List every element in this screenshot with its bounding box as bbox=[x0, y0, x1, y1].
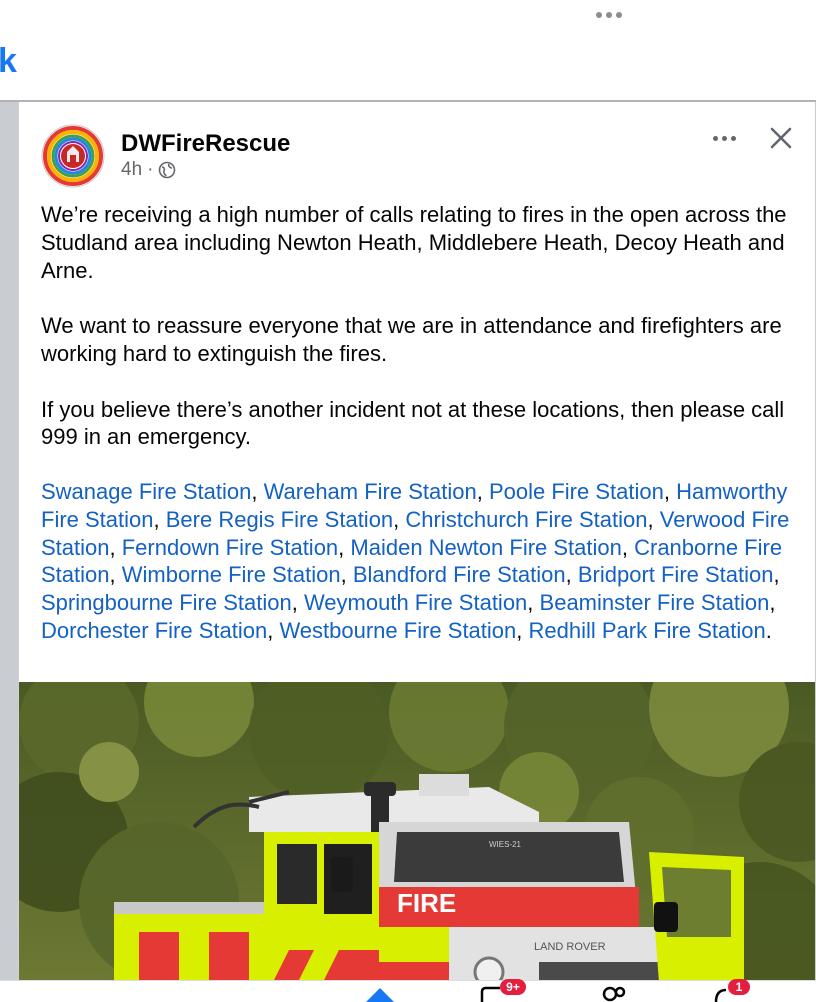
tag-separator: , bbox=[476, 479, 489, 504]
tag-separator: . bbox=[765, 617, 772, 643]
windscreen-lettering: WIES-21 bbox=[489, 840, 522, 849]
tagged-stations: Swanage Fire Station, Wareham Fire Stati… bbox=[41, 478, 803, 645]
post-paragraph: If you believe there’s another incident … bbox=[41, 396, 785, 450]
station-tag-link[interactable]: Beaminster Fire Station bbox=[540, 590, 770, 615]
post-card: DWFireRescue 4h · We’re receiving a high… bbox=[18, 102, 815, 1000]
close-icon[interactable] bbox=[767, 124, 795, 152]
friends-icon[interactable] bbox=[598, 984, 628, 1002]
meta-separator: · bbox=[147, 159, 154, 180]
post-paragraph: We want to reassure everyone that we are… bbox=[41, 313, 782, 366]
station-tag-link[interactable]: Redhill Park Fire Station bbox=[529, 618, 766, 643]
station-tag-link[interactable]: Westbourne Fire Station bbox=[279, 618, 516, 643]
app-more-icon[interactable] bbox=[596, 8, 628, 22]
station-tag-link[interactable]: Springbourne Fire Station bbox=[41, 590, 292, 615]
home-icon[interactable] bbox=[362, 984, 398, 1002]
tag-separator: , bbox=[338, 534, 351, 560]
station-tag-link[interactable]: Bridport Fire Station bbox=[578, 562, 774, 587]
tag-separator: , bbox=[340, 562, 353, 588]
globe-icon bbox=[159, 161, 176, 179]
post-photo[interactable]: FIRE WIES-21 LAND ROVER bbox=[19, 682, 815, 1000]
post-meta: 4h · bbox=[121, 159, 176, 181]
station-tag-link[interactable]: Ferndown Fire Station bbox=[122, 535, 338, 560]
station-tag-link[interactable]: Swanage Fire Station bbox=[41, 479, 251, 504]
station-tag-link[interactable]: Christchurch Fire Station bbox=[405, 507, 647, 532]
tag-separator: , bbox=[251, 479, 264, 504]
station-tag-link[interactable]: Poole Fire Station bbox=[489, 479, 664, 504]
tag-separator: , bbox=[527, 590, 540, 616]
station-tag-link[interactable]: Maiden Newton Fire Station bbox=[350, 535, 621, 560]
station-tag-link[interactable]: Blandford Fire Station bbox=[353, 562, 566, 587]
page-name[interactable]: DWFireRescue bbox=[121, 130, 290, 158]
tag-separator: , bbox=[663, 479, 677, 504]
tag-separator: , bbox=[565, 562, 578, 588]
back-link[interactable]: k bbox=[0, 44, 17, 78]
station-tag-link[interactable]: Wimborne Fire Station bbox=[122, 562, 341, 587]
tag-separator: , bbox=[267, 617, 280, 643]
fire-lettering: FIRE bbox=[397, 888, 456, 918]
page-avatar[interactable] bbox=[41, 124, 105, 188]
video-badge: 9+ bbox=[500, 979, 526, 995]
post-paragraph: We’re receiving a high number of calls r… bbox=[41, 202, 787, 283]
station-tag-link[interactable]: Weymouth Fire Station bbox=[304, 590, 527, 615]
tag-separator: , bbox=[773, 562, 780, 588]
station-tag-link[interactable]: Dorchester Fire Station bbox=[41, 618, 267, 643]
tag-separator: , bbox=[621, 534, 635, 560]
station-tag-link[interactable]: Wareham Fire Station bbox=[264, 479, 477, 504]
tag-separator: , bbox=[516, 617, 529, 643]
post-body: We’re receiving a high number of calls r… bbox=[41, 201, 801, 479]
tag-separator: , bbox=[647, 506, 660, 532]
bottom-tab-bar: 9+ 1 bbox=[0, 979, 816, 1002]
post-time[interactable]: 4h bbox=[121, 159, 142, 181]
tag-separator: , bbox=[291, 590, 304, 616]
fire-engine-photo: FIRE WIES-21 LAND ROVER bbox=[19, 682, 815, 1000]
bonnet-lettering: LAND ROVER bbox=[534, 941, 606, 953]
tag-separator: , bbox=[393, 506, 406, 532]
more-dots-icon[interactable] bbox=[709, 126, 739, 150]
notifications-badge: 1 bbox=[728, 979, 750, 995]
tag-separator: , bbox=[153, 506, 166, 532]
tag-separator: , bbox=[109, 562, 122, 588]
tag-separator: , bbox=[109, 534, 122, 560]
tag-separator: , bbox=[769, 590, 776, 616]
dwfr-logo-icon bbox=[41, 124, 105, 188]
station-tag-link[interactable]: Bere Regis Fire Station bbox=[166, 507, 393, 532]
